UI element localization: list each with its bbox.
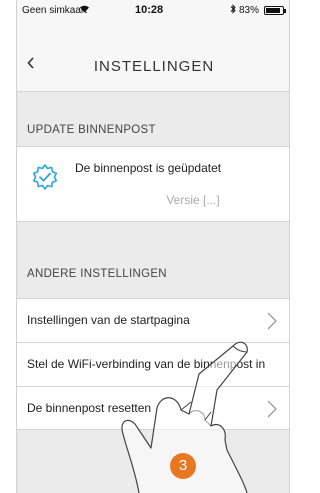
battery-percent: 83% (239, 5, 260, 16)
step-badge: 3 (170, 453, 196, 479)
section-label-update: UPDATE BINNENPOST (27, 124, 156, 136)
phone-screen: Geen simkaart 10:28 83% INSTELLINGEN UPD… (16, 0, 290, 493)
page-title: INSTELLINGEN (93, 58, 215, 75)
version-text: Versie [...] (166, 193, 220, 207)
list-item-home-settings[interactable]: Instellingen van de startpagina (17, 298, 289, 342)
clock: 10:28 (135, 4, 164, 16)
gear-check-icon (31, 163, 59, 191)
status-bar: Geen simkaart 10:28 83% (17, 0, 289, 22)
list-item-label: Instellingen van de startpagina (27, 313, 190, 327)
settings-list: Instellingen van de startpagina Stel de … (17, 298, 289, 430)
chevron-right-icon (265, 399, 279, 419)
list-item-label: De binnenpost resetten (27, 401, 152, 415)
update-message: De binnenpost is geüpdatet (75, 161, 222, 175)
carrier-label: Geen simkaart (22, 5, 88, 16)
section-label-other: ANDERE INSTELLINGEN (27, 268, 167, 280)
list-item-reset[interactable]: De binnenpost resetten (17, 386, 289, 430)
update-status-card: De binnenpost is geüpdatet Versie [...] (17, 146, 289, 222)
app-header: INSTELLINGEN (17, 22, 289, 92)
list-item-label: Stel de WiFi-verbinding van de binnenpos… (27, 357, 266, 371)
list-item-wifi-settings[interactable]: Stel de WiFi-verbinding van de binnenpos… (17, 342, 289, 386)
bluetooth-icon (230, 4, 236, 17)
battery-icon (264, 6, 286, 15)
wifi-icon (79, 4, 90, 16)
chevron-right-icon (265, 311, 279, 331)
